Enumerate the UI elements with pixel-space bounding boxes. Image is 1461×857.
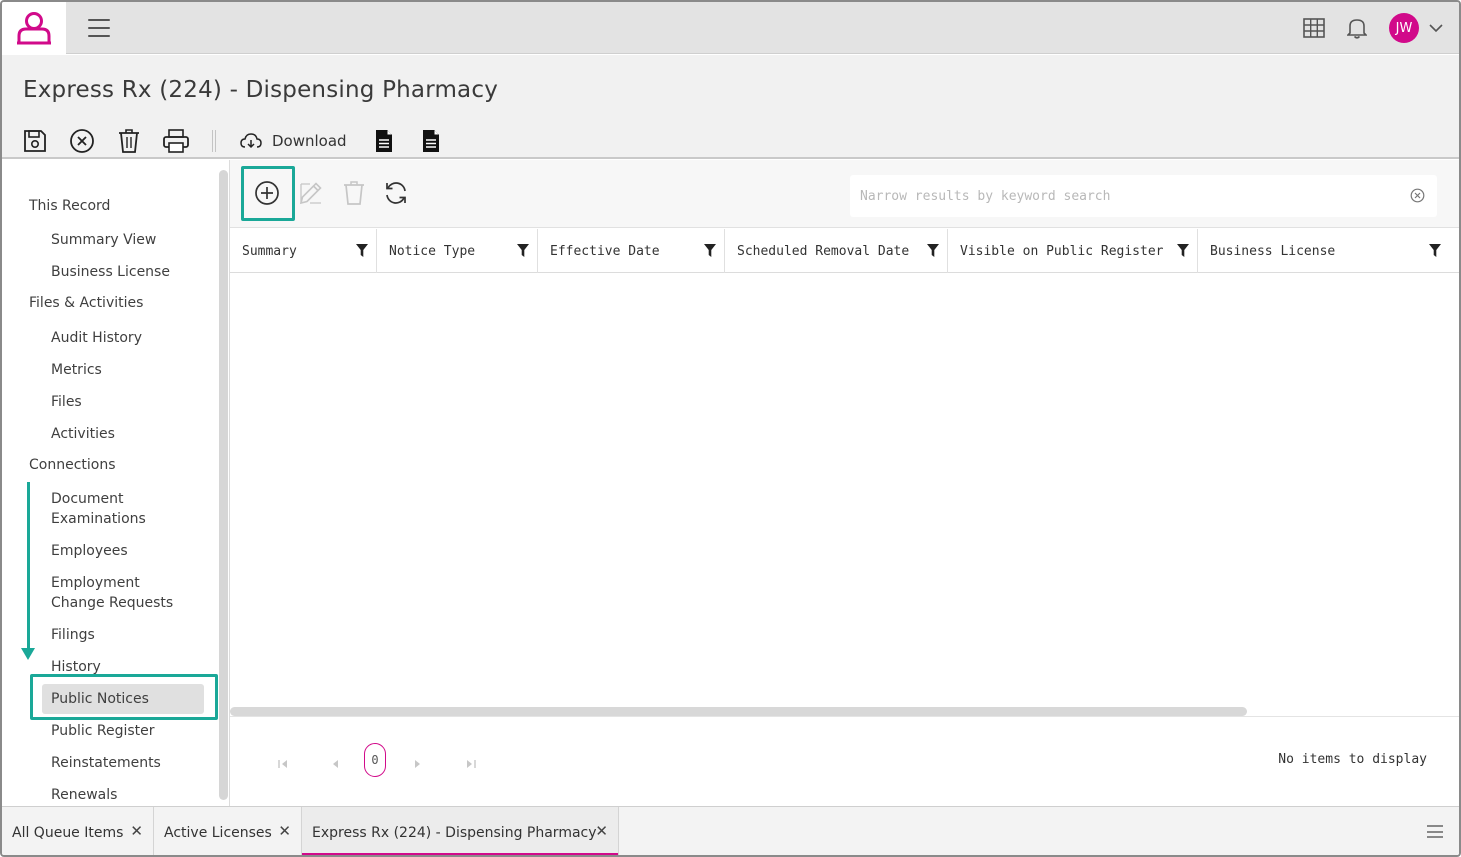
grid-pager: 0 No items to display <box>230 716 1459 806</box>
edit-pencil-icon[interactable] <box>296 178 326 208</box>
filter-icon[interactable] <box>517 244 529 257</box>
column-label: Notice Type <box>389 243 476 259</box>
save-icon[interactable] <box>22 128 48 154</box>
add-circle-icon[interactable] <box>252 178 282 208</box>
sidebar-item-employment-change-requests[interactable]: Employment Change Requests <box>51 573 196 613</box>
print-icon[interactable] <box>163 128 189 154</box>
tab-express-rx[interactable]: Express Rx (224) - Dispensing Pharmacy ✕ <box>302 807 619 855</box>
grid-horizontal-scrollbar[interactable] <box>230 707 1247 716</box>
refresh-icon[interactable] <box>381 178 411 208</box>
document-report-icon[interactable] <box>418 128 444 154</box>
column-label: Business License <box>1210 243 1336 259</box>
logo-icon <box>17 12 51 45</box>
clear-search-icon[interactable] <box>1410 188 1425 203</box>
sidebar-scrollbar[interactable] <box>219 170 228 800</box>
close-icon[interactable]: ✕ <box>595 822 608 840</box>
user-menu[interactable]: JW <box>1389 13 1443 43</box>
sidebar-item-metrics[interactable]: Metrics <box>51 360 201 380</box>
page-title: Express Rx (224) - Dispensing Pharmacy <box>23 77 499 103</box>
delete-trash-icon[interactable] <box>116 128 142 154</box>
column-label: Effective Date <box>550 243 660 259</box>
close-icon[interactable]: ✕ <box>130 822 143 840</box>
column-label: Visible on Public Register <box>960 243 1164 259</box>
sidebar-item-activities[interactable]: Activities <box>51 424 201 444</box>
sidebar-item-document-examinations[interactable]: Document Examinations <box>51 489 171 529</box>
top-bar: JW <box>2 2 1459 54</box>
column-header-notice-type[interactable]: Notice Type <box>377 229 538 273</box>
grid-apps-icon[interactable] <box>1303 18 1325 38</box>
record-header: Express Rx (224) - Dispensing Pharmacy D… <box>2 55 1459 159</box>
column-header-business-license[interactable]: Business License <box>1198 229 1449 273</box>
column-header-scheduled-removal-date[interactable]: Scheduled Removal Date <box>725 229 948 273</box>
filter-icon[interactable] <box>1177 244 1189 257</box>
sidebar-item-files[interactable]: Files <box>51 392 201 412</box>
sidebar-section-connections: Connections <box>29 457 116 473</box>
first-page-icon[interactable] <box>278 759 288 769</box>
main-menu-icon[interactable] <box>88 19 110 37</box>
keyword-search <box>850 175 1437 217</box>
notices-grid-panel: Summary Notice Type Effective Date Sched… <box>230 160 1459 806</box>
search-input[interactable] <box>860 188 1400 204</box>
download-button[interactable]: Download <box>240 132 347 150</box>
grid-toolbar <box>230 160 1459 228</box>
cancel-circle-x-icon[interactable] <box>69 128 95 154</box>
sidebar-section-this-record: This Record <box>29 198 111 214</box>
tab-label: Active Licenses <box>164 824 272 841</box>
annotation-arrow-head <box>21 648 35 660</box>
tab-all-queue-items[interactable]: All Queue Items ✕ <box>2 807 154 855</box>
column-header-visible-on-public-register[interactable]: Visible on Public Register <box>948 229 1198 273</box>
filter-icon[interactable] <box>1429 244 1441 257</box>
sidebar-item-filings[interactable]: Filings <box>51 625 201 645</box>
current-page-number[interactable]: 0 <box>364 743 386 777</box>
pager-status: No items to display <box>1278 752 1427 767</box>
sidebar-item-public-notices[interactable]: Public Notices <box>51 689 201 709</box>
filter-icon[interactable] <box>927 244 939 257</box>
column-label: Summary <box>242 243 297 259</box>
tabs-overflow-menu-icon[interactable] <box>1427 825 1443 838</box>
filter-icon[interactable] <box>356 244 368 257</box>
sidebar-item-reinstatements[interactable]: Reinstatements <box>51 753 201 773</box>
last-page-icon[interactable] <box>466 759 476 769</box>
grid-column-headers: Summary Notice Type Effective Date Sched… <box>230 229 1459 273</box>
delete-trash-icon[interactable] <box>339 178 369 208</box>
sidebar-item-summary-view[interactable]: Summary View <box>51 230 201 250</box>
sidebar-item-employees[interactable]: Employees <box>51 541 201 561</box>
sidebar-item-public-register[interactable]: Public Register <box>51 721 201 741</box>
sidebar-item-audit-history[interactable]: Audit History <box>51 328 201 348</box>
tab-active-licenses[interactable]: Active Licenses ✕ <box>154 807 302 855</box>
app-window: JW Express Rx (224) - Dispensing Pharmac… <box>0 0 1461 857</box>
open-tabs-bar: All Queue Items ✕ Active Licenses ✕ Expr… <box>2 806 1459 855</box>
sidebar-item-renewals[interactable]: Renewals <box>51 785 201 805</box>
document-icon[interactable] <box>371 128 397 154</box>
record-toolbar: Download <box>22 125 465 157</box>
column-header-summary[interactable]: Summary <box>230 229 377 273</box>
toolbar-divider <box>212 130 216 152</box>
sidebar-item-history[interactable]: History <box>51 657 201 677</box>
user-avatar[interactable]: JW <box>1389 13 1419 43</box>
top-right-controls: JW <box>1303 2 1443 54</box>
tab-label: All Queue Items <box>12 824 124 841</box>
cloud-download-icon <box>240 133 262 149</box>
next-page-icon[interactable] <box>414 759 422 769</box>
previous-page-icon[interactable] <box>331 759 339 769</box>
tab-label: Express Rx (224) - Dispensing Pharmacy <box>312 824 597 841</box>
chevron-down-icon[interactable] <box>1429 23 1443 33</box>
column-label: Scheduled Removal Date <box>737 243 910 259</box>
filter-icon[interactable] <box>704 244 716 257</box>
app-logo[interactable] <box>2 2 66 54</box>
annotation-arrow <box>27 482 30 652</box>
sidebar-section-files-activities: Files & Activities <box>29 295 144 311</box>
download-label: Download <box>272 132 347 150</box>
record-sidebar: This Record Summary View Business Licens… <box>2 160 230 806</box>
notifications-bell-icon[interactable] <box>1347 17 1367 39</box>
sidebar-item-business-license[interactable]: Business License <box>51 262 201 282</box>
close-icon[interactable]: ✕ <box>278 822 291 840</box>
column-header-effective-date[interactable]: Effective Date <box>538 229 725 273</box>
